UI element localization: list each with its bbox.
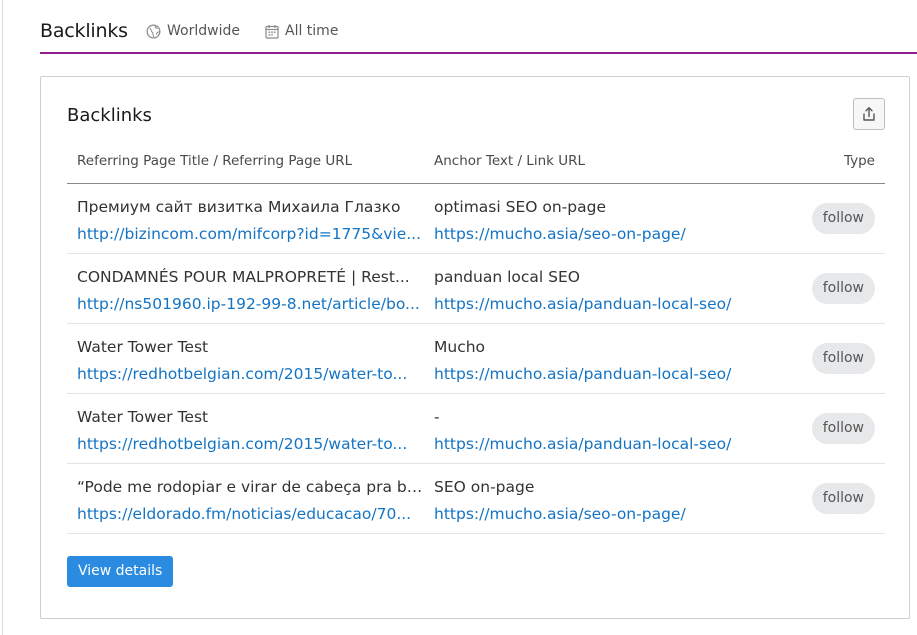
link-url[interactable]: https://mucho.asia/panduan-local-seo/ (434, 435, 794, 453)
referring-page-title: Water Tower Test (77, 338, 209, 356)
anchor-text: - (434, 408, 440, 426)
type-badge: follow (811, 483, 875, 514)
column-header-type: Type (843, 153, 875, 169)
referring-page-title: Премиум сайт визитка Михаила Глазко (77, 198, 401, 216)
referring-page-url[interactable]: http://bizincom.com/mifcorp?id=1775&vie.… (77, 225, 427, 243)
card-title: Backlinks (67, 105, 152, 126)
referring-page-title: “Pode me rodopiar e virar de cabeça pra … (77, 478, 427, 496)
globe-icon (146, 24, 161, 38)
calendar-icon (265, 24, 279, 39)
table-row: Water Tower Test https://redhotbelgian.c… (67, 394, 885, 464)
period-label: All time (285, 23, 339, 39)
type-badge: follow (811, 413, 875, 444)
table-row: CONDAMNÉS POUR MALPROPRETÉ | Rest... htt… (67, 254, 885, 324)
table-header: Referring Page Title / Referring Page UR… (67, 143, 885, 184)
column-header-referring: Referring Page Title / Referring Page UR… (77, 153, 353, 169)
section-header: Backlinks Worldwide All time (40, 0, 917, 54)
type-badge: follow (811, 273, 875, 304)
link-url[interactable]: https://mucho.asia/panduan-local-seo/ (434, 295, 794, 313)
backlinks-table: Referring Page Title / Referring Page UR… (67, 143, 885, 534)
anchor-text: optimasi SEO on-page (434, 198, 606, 216)
referring-page-url[interactable]: http://ns501960.ip-192-99-8.net/article/… (77, 295, 427, 313)
type-badge: follow (811, 343, 875, 374)
region-label: Worldwide (167, 23, 240, 39)
export-icon (863, 107, 875, 121)
anchor-text: Mucho (434, 338, 486, 356)
referring-page-url[interactable]: https://redhotbelgian.com/2015/water-to.… (77, 435, 427, 453)
link-url[interactable]: https://mucho.asia/seo-on-page/ (434, 505, 794, 523)
referring-page-url[interactable]: https://eldorado.fm/noticias/educacao/70… (77, 505, 427, 523)
column-header-anchor: Anchor Text / Link URL (434, 153, 586, 169)
left-divider (2, 0, 3, 635)
backlinks-page: Backlinks Worldwide All time Backlinks R… (0, 0, 917, 635)
period-filter[interactable]: All time (265, 23, 338, 39)
region-filter[interactable]: Worldwide (146, 23, 240, 39)
type-badge: follow (811, 203, 875, 234)
referring-page-title: CONDAMNÉS POUR MALPROPRETÉ | Rest... (77, 268, 410, 286)
table-row: Water Tower Test https://redhotbelgian.c… (67, 324, 885, 394)
referring-page-url[interactable]: https://redhotbelgian.com/2015/water-to.… (77, 365, 427, 383)
export-button[interactable] (853, 98, 885, 130)
referring-page-title: Water Tower Test (77, 408, 209, 426)
anchor-text: SEO on-page (434, 478, 535, 496)
section-title: Backlinks (40, 20, 128, 42)
view-details-button[interactable]: View details (67, 556, 174, 587)
anchor-text: panduan local SEO (434, 268, 580, 286)
link-url[interactable]: https://mucho.asia/panduan-local-seo/ (434, 365, 794, 383)
table-row: Премиум сайт визитка Михаила Глазко http… (67, 184, 885, 254)
backlinks-card: Backlinks Referring Page Title / Referri… (40, 76, 910, 619)
link-url[interactable]: https://mucho.asia/seo-on-page/ (434, 225, 794, 243)
table-row: “Pode me rodopiar e virar de cabeça pra … (67, 464, 885, 534)
